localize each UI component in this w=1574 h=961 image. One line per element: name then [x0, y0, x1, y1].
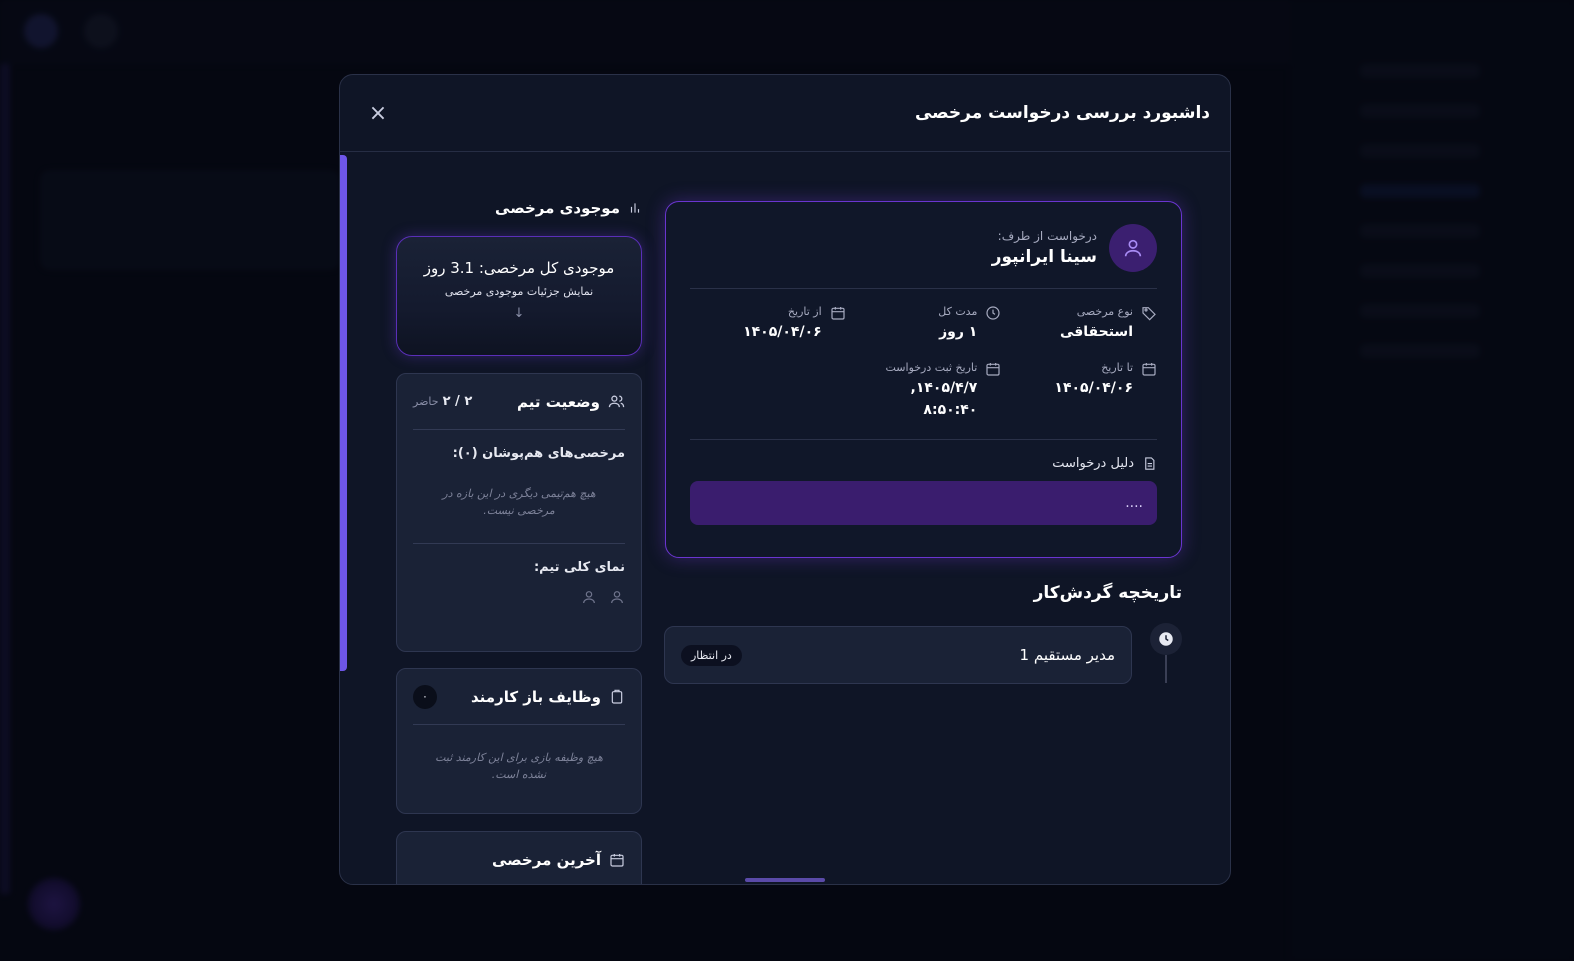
balance-heading: موجودی مرخصی	[396, 199, 642, 217]
duration: مدت کل ۱ روز	[846, 305, 1002, 343]
last-leave-title-text: آخرین مرخصی	[491, 850, 601, 869]
team-count: ۲ / ۲حاضر	[413, 394, 472, 409]
clipboard-icon	[611, 689, 623, 704]
to-date-value: ۱۴۰۵/۰۴/۰۶	[1054, 380, 1133, 396]
requester-name: سینا ایرانپور	[991, 247, 1097, 267]
balance-card[interactable]: موجودی کل مرخصی: 3.1 روز نمایش جزئیات مو…	[396, 236, 642, 356]
open-tasks-empty-message: هیچ وظیفه بازی برای این کارمند ثبت نشده …	[435, 751, 603, 781]
user-icon	[1109, 224, 1157, 272]
status-badge: در انتظار	[681, 644, 742, 666]
overlap-empty-message: هیچ هم‌تیمی دیگری در این بازه در مرخصی ن…	[442, 487, 596, 517]
workflow-timeline-line	[1165, 655, 1167, 683]
workflow-title: تاریخچه گردش‌کار	[1033, 583, 1182, 603]
team-overview-title: نمای کلی تیم:	[533, 560, 625, 575]
from-date: از تاریخ ۱۴۰۵/۰۴/۰۶	[690, 305, 846, 343]
workflow-clock-icon	[1150, 623, 1182, 655]
close-icon: ×	[368, 100, 388, 126]
arrow-down-icon[interactable]: ↓	[514, 306, 525, 321]
from-date-label: از تاریخ	[787, 305, 822, 318]
calendar-icon	[986, 363, 1000, 376]
team-count-suffix: حاضر	[413, 395, 439, 408]
reason-label: دلیل درخواست	[1052, 456, 1134, 471]
request-details-card: درخواست از طرف: سینا ایرانپور نوع مرخصی …	[665, 201, 1182, 558]
team-title-text: وضعیت تیم	[516, 392, 600, 411]
document-icon	[1145, 457, 1155, 470]
to-date-label: تا تاریخ	[1101, 361, 1133, 374]
tag-icon	[1142, 307, 1156, 321]
to-date: تا تاریخ ۱۴۰۵/۰۴/۰۶	[1001, 361, 1157, 421]
team-count-value: ۲ / ۲	[442, 394, 473, 409]
last-leave-panel: آخرین مرخصی	[396, 831, 642, 884]
calendar-icon	[831, 307, 845, 320]
requester-header: درخواست از طرف: سینا ایرانپور	[690, 224, 1157, 289]
team-member-icons	[413, 575, 625, 605]
leave-review-modal: داشبورد بررسی درخواست مرخصی × درخواست از…	[339, 74, 1231, 885]
submit-date-value: ۱۴۰۵/۴/۷,	[910, 380, 978, 396]
overlap-title: مرخصی‌های هم‌پوشان (۰):	[452, 446, 625, 461]
submit-date: تاریخ ثبت درخواست ۱۴۰۵/۴/۷, ۸:۵۰:۴۰	[846, 361, 1002, 421]
leave-type-label: نوع مرخصی	[1076, 305, 1133, 318]
user-icon	[611, 591, 623, 604]
users-icon	[608, 395, 625, 408]
balance-detail-link[interactable]: نمایش جزئیات موجودی مرخصی	[445, 285, 593, 298]
reason-heading: دلیل درخواست	[690, 456, 1157, 471]
open-tasks-count: ۰	[413, 684, 437, 709]
open-tasks-header: وظایف باز کارمند ۰	[413, 669, 625, 725]
duration-value: ۱ روز	[939, 324, 978, 340]
calendar-icon	[610, 853, 624, 867]
open-tasks-title-text: وظایف باز کارمند	[471, 687, 601, 706]
from-date-value: ۱۴۰۵/۰۴/۰۶	[743, 324, 822, 340]
vertical-scrollbar[interactable]	[340, 155, 347, 671]
horizontal-scrollbar[interactable]	[745, 878, 825, 882]
leave-type: نوع مرخصی استحقاقی	[1001, 305, 1157, 343]
clock-icon	[986, 306, 1000, 320]
last-leave-header: آخرین مرخصی	[413, 832, 625, 884]
divider	[413, 543, 625, 544]
close-button[interactable]: ×	[364, 99, 392, 127]
open-tasks-title: وظایف باز کارمند	[471, 688, 625, 706]
bar-chart-icon	[630, 203, 640, 213]
duration-label: مدت کل	[938, 305, 978, 318]
reason-text: ....	[690, 481, 1157, 525]
team-status-title: وضعیت تیم	[517, 393, 625, 411]
leave-type-value: استحقاقی	[1059, 324, 1133, 340]
team-status-panel: وضعیت تیم ۲ / ۲حاضر مرخصی‌های هم‌پوشان (…	[396, 373, 642, 652]
calendar-icon	[1142, 363, 1156, 376]
user-icon	[583, 591, 595, 604]
request-info-grid: نوع مرخصی استحقاقی مدت کل ۱ روز از تاریخ…	[690, 289, 1157, 440]
open-tasks-panel: وظایف باز کارمند ۰ هیچ وظیفه بازی برای ا…	[396, 668, 642, 814]
balance-total: موجودی کل مرخصی: 3.1 روز	[423, 259, 615, 277]
last-leave-title: آخرین مرخصی	[492, 851, 625, 869]
modal-header: داشبورد بررسی درخواست مرخصی ×	[340, 75, 1230, 152]
workflow-step: مدیر مستقیم 1 در انتظار	[664, 626, 1132, 684]
workflow-step-name: مدیر مستقیم 1	[1019, 646, 1115, 664]
submit-time-value: ۸:۵۰:۴۰	[923, 402, 978, 418]
submit-date-label: تاریخ ثبت درخواست	[885, 361, 978, 374]
balance-title: موجودی مرخصی	[495, 199, 620, 217]
modal-title: داشبورد بررسی درخواست مرخصی	[914, 103, 1210, 123]
team-status-header: وضعیت تیم ۲ / ۲حاضر	[413, 374, 625, 430]
requester-label: درخواست از طرف:	[997, 229, 1097, 243]
